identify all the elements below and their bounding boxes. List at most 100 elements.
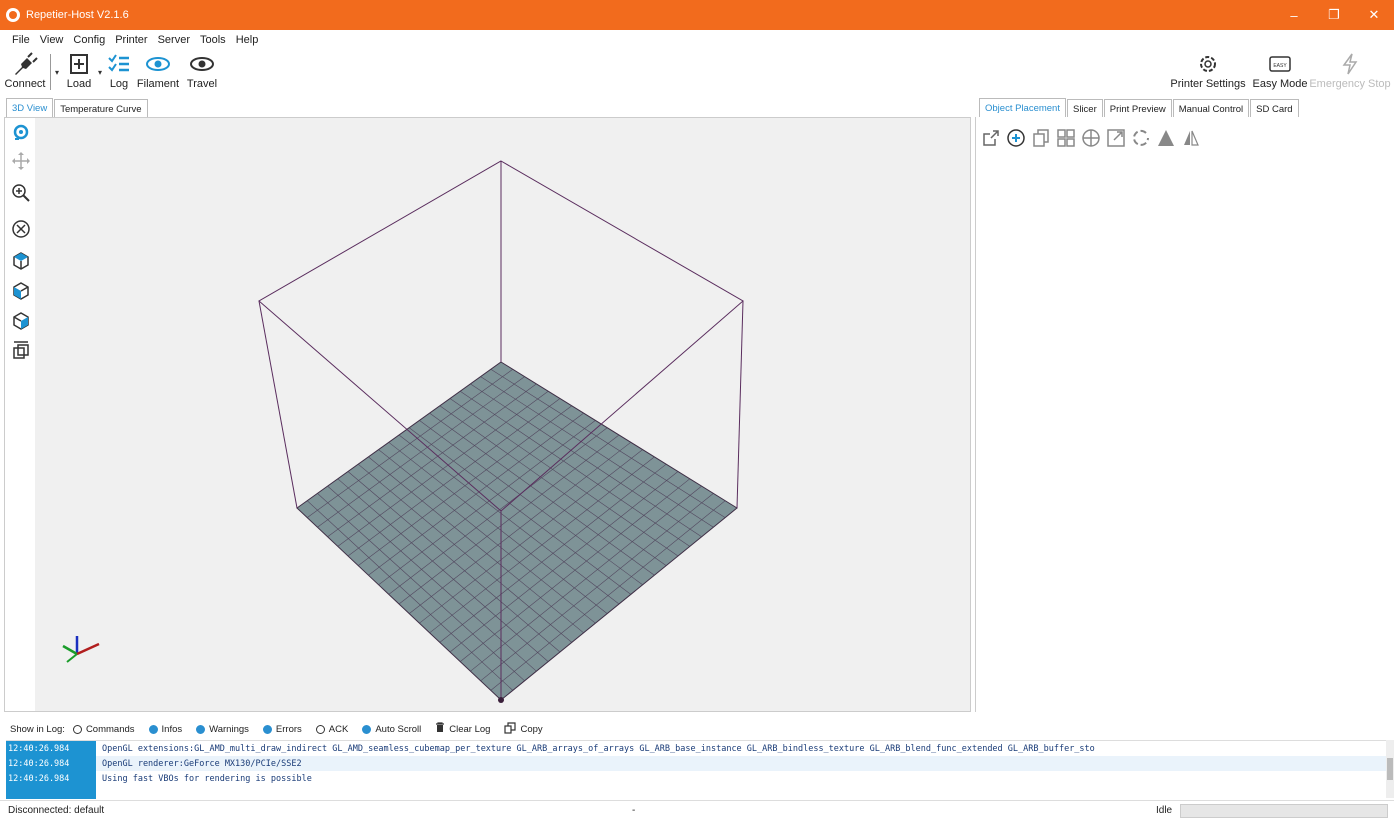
filament-label: Filament <box>136 78 180 90</box>
print-progress-bar <box>1180 804 1388 818</box>
fit-view-icon[interactable] <box>10 218 32 240</box>
add-object-icon[interactable] <box>1005 127 1027 149</box>
chevron-down-icon[interactable]: ▾ <box>55 68 59 77</box>
menu-help[interactable]: Help <box>236 34 259 46</box>
infos-radio[interactable] <box>148 724 158 734</box>
printer-settings-button[interactable]: Printer Settings <box>1170 50 1246 94</box>
log-output[interactable]: 12:40:26.984 OpenGL extensions:GL_AMD_mu… <box>6 740 1388 799</box>
log-label: Log <box>109 78 129 90</box>
restore-button[interactable]: ❐ <box>1314 0 1354 30</box>
eye-icon <box>189 50 215 78</box>
close-button[interactable]: ✕ <box>1354 0 1394 30</box>
menu-tools[interactable]: Tools <box>200 34 226 46</box>
warnings-label: Warnings <box>209 723 249 735</box>
log-button[interactable]: Log <box>104 50 134 94</box>
errors-label: Errors <box>275 723 302 735</box>
log-filter-infos[interactable]: Infos <box>148 723 183 735</box>
filament-button[interactable]: Filament <box>136 50 180 94</box>
emergency-stop-label: Emergency Stop <box>1309 78 1391 90</box>
minimize-button[interactable]: – <box>1274 0 1314 30</box>
clear-log-button[interactable]: Clear Log <box>435 722 490 736</box>
log-timestamp: 12:40:26.984 <box>6 756 96 771</box>
log-filter-commands[interactable]: Commands <box>72 723 135 735</box>
status-bar: Disconnected: default - Idle <box>0 800 1394 820</box>
move-view-icon[interactable] <box>10 150 32 172</box>
easy-mode-button[interactable]: EASY Easy Mode <box>1252 50 1308 94</box>
copy-log-button[interactable]: Copy <box>504 721 543 737</box>
gear-icon <box>1196 50 1220 78</box>
3d-viewport[interactable] <box>35 118 970 711</box>
log-message: OpenGL extensions:GL_AMD_multi_draw_indi… <box>102 743 1095 754</box>
log-entry: 12:40:26.984 OpenGL renderer:GeForce MX1… <box>6 756 1388 771</box>
printer-state: Idle <box>1156 805 1173 816</box>
infos-label: Infos <box>161 723 183 735</box>
copy-object-icon[interactable] <box>1030 127 1052 149</box>
log-auto-scroll[interactable]: Auto Scroll <box>362 724 421 735</box>
autoposition-icon[interactable] <box>1055 127 1077 149</box>
show-in-log-label: Show in Log: <box>10 723 65 735</box>
rotate-view-icon[interactable] <box>10 122 32 144</box>
load-button[interactable]: Load <box>64 50 94 94</box>
log-entry: 12:40:26.984 Using fast VBOs for renderi… <box>6 771 1388 786</box>
toolbar-separator <box>50 54 51 90</box>
object-tools <box>980 127 1205 149</box>
auto-scroll-radio[interactable] <box>362 724 372 734</box>
log-options-bar: Show in Log: Commands Infos Warnings Err… <box>0 718 1394 740</box>
tab-sd-card[interactable]: SD Card <box>1250 99 1299 118</box>
zoom-in-icon[interactable] <box>10 182 32 204</box>
scale-icon[interactable] <box>1105 127 1127 149</box>
right-tab-strip: Object Placement Slicer Print Preview Ma… <box>979 98 1300 118</box>
log-entry: 12:40:26.984 OpenGL extensions:GL_AMD_mu… <box>6 741 1388 756</box>
tab-print-preview[interactable]: Print Preview <box>1103 99 1172 118</box>
side-view-cube-icon[interactable] <box>10 310 32 332</box>
center-object-icon[interactable] <box>1080 127 1102 149</box>
title-bar: Repetier-Host V2.1.6 – ❐ ✕ <box>0 0 1394 30</box>
menu-server[interactable]: Server <box>158 34 190 46</box>
chevron-down-icon[interactable]: ▾ <box>98 68 102 77</box>
cut-object-icon[interactable] <box>1155 127 1177 149</box>
print-volume-render <box>62 160 744 703</box>
lightning-icon <box>1340 50 1360 78</box>
emergency-stop-button[interactable]: Emergency Stop <box>1309 50 1391 94</box>
parallel-projection-icon[interactable] <box>10 340 32 362</box>
mirror-object-icon[interactable] <box>1180 127 1202 149</box>
menu-bar: File View Config Printer Server Tools He… <box>0 30 1394 50</box>
front-view-cube-icon[interactable] <box>10 280 32 302</box>
ack-radio[interactable] <box>315 724 325 734</box>
toolbar: Connect ▾ Load ▾ Log Filament Travel Pri… <box>0 50 1394 94</box>
trash-icon <box>435 722 445 736</box>
errors-radio[interactable] <box>262 724 272 734</box>
app-window: Repetier-Host V2.1.6 – ❐ ✕ File View Con… <box>0 0 1394 820</box>
tab-temperature-curve[interactable]: Temperature Curve <box>54 99 148 118</box>
commands-radio[interactable] <box>72 724 82 734</box>
load-file-icon <box>68 50 90 78</box>
top-view-cube-icon[interactable] <box>10 250 32 272</box>
log-scrollbar[interactable] <box>1386 740 1394 798</box>
tab-3d-view[interactable]: 3D View <box>6 98 54 118</box>
left-tab-strip: 3D View Temperature Curve <box>6 98 149 118</box>
log-filter-warnings[interactable]: Warnings <box>196 724 249 735</box>
log-filter-errors[interactable]: Errors <box>262 723 302 735</box>
menu-view[interactable]: View <box>40 34 64 46</box>
tab-object-placement[interactable]: Object Placement <box>979 98 1066 118</box>
log-filter-ack[interactable]: ACK <box>315 724 348 735</box>
easy-badge-text: EASY <box>1273 63 1287 69</box>
easy-mode-label: Easy Mode <box>1252 78 1308 90</box>
travel-button[interactable]: Travel <box>184 50 220 94</box>
commands-label: Commands <box>85 723 135 735</box>
tab-manual-control[interactable]: Manual Control <box>1172 99 1250 118</box>
menu-config[interactable]: Config <box>73 34 105 46</box>
scrollbar-thumb[interactable] <box>1387 758 1393 780</box>
window-controls: – ❐ ✕ <box>1274 0 1394 30</box>
rotate-object-icon[interactable] <box>1130 127 1152 149</box>
tab-slicer[interactable]: Slicer <box>1066 99 1103 118</box>
view-toolbar <box>5 118 35 711</box>
menu-printer[interactable]: Printer <box>115 34 147 46</box>
status-center-text: - <box>632 805 636 816</box>
window-title: Repetier-Host V2.1.6 <box>26 9 129 21</box>
export-icon[interactable] <box>980 127 1002 149</box>
menu-file[interactable]: File <box>12 34 30 46</box>
log-timestamp: 12:40:26.984 <box>6 741 96 756</box>
warnings-radio[interactable] <box>196 724 206 734</box>
connect-button[interactable]: Connect <box>5 50 46 94</box>
